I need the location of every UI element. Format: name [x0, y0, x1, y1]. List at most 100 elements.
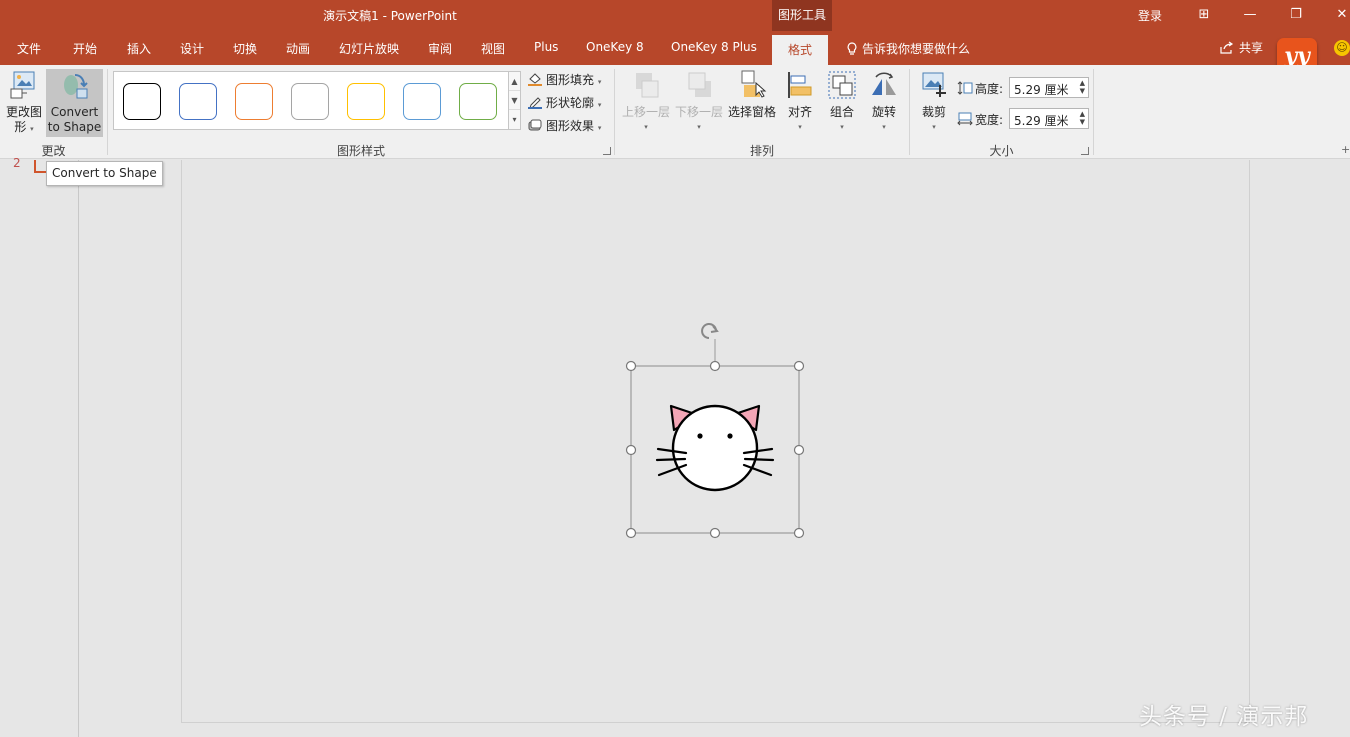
close-icon[interactable]: ✕ — [1319, 0, 1350, 31]
crop-label: 裁剪 — [921, 105, 946, 119]
tab-onekey8-plus[interactable]: OneKey 8 Plus — [671, 40, 757, 54]
shape-effects-label: 图形效果 — [546, 119, 595, 133]
restore-icon[interactable]: ❐ — [1273, 0, 1319, 31]
shape-fill-button[interactable]: 图形填充 ▾ — [528, 71, 601, 88]
slide-thumbnail[interactable] — [34, 160, 46, 173]
selection-pane-label: 选择窗格 — [727, 105, 776, 119]
rotate-button[interactable]: 旋转 ▾ — [865, 69, 903, 135]
send-backward-label: 下移一层 — [674, 105, 723, 119]
chevron-down-icon: ▾ — [932, 123, 936, 131]
height-label: 高度: — [975, 82, 1004, 96]
shape-outline-label: 形状轮廓 — [546, 96, 595, 110]
width-icon — [957, 112, 973, 126]
height-input[interactable]: 5.29 厘米 ▲ ▼ — [1009, 77, 1089, 98]
tab-format[interactable]: 格式 — [772, 35, 829, 65]
title-bar: 演示文稿1 - PowerPoint 图形工具 登录 ⊞ — ❐ ✕ — [0, 0, 1350, 31]
edit-shape-label-1: 更改图 — [5, 105, 42, 119]
gallery-scroll-down-icon[interactable]: ▼ — [509, 91, 520, 110]
group-button[interactable]: 组合 ▾ — [823, 69, 861, 135]
tab-onekey8[interactable]: OneKey 8 — [586, 40, 644, 54]
minimize-icon[interactable]: — — [1227, 0, 1273, 31]
style-swatch-black[interactable] — [123, 83, 161, 120]
align-label: 对齐 — [787, 105, 812, 119]
shape-fill-label: 图形填充 — [546, 73, 595, 87]
chevron-down-icon: ▾ — [597, 101, 602, 109]
collapse-ribbon-icon[interactable]: + — [1341, 143, 1350, 156]
group-label-arrange: 排列 — [749, 144, 774, 158]
chevron-down-icon: ▾ — [597, 78, 602, 86]
style-swatch-gray[interactable] — [291, 83, 329, 120]
convert-to-shape-button[interactable]: Convert to Shape — [46, 69, 103, 137]
crop-icon — [922, 72, 946, 97]
tab-transitions[interactable]: 切换 — [233, 40, 257, 57]
crop-button[interactable]: 裁剪 ▾ — [915, 69, 953, 135]
align-button[interactable]: 对齐 ▾ — [781, 69, 819, 135]
paint-bucket-icon — [528, 73, 542, 86]
tooltip: Convert to Shape — [46, 161, 163, 186]
style-swatch-blue[interactable] — [179, 83, 217, 120]
slide-thumbnail-pane[interactable] — [0, 160, 79, 737]
group-divider — [1093, 69, 1094, 155]
shape-effects-button[interactable]: 图形效果 ▾ — [528, 117, 601, 134]
tab-review[interactable]: 审阅 — [428, 40, 452, 57]
rotate-handle-icon[interactable] — [701, 323, 719, 366]
width-input[interactable]: 5.29 厘米 ▲ ▼ — [1009, 108, 1089, 129]
tab-slideshow[interactable]: 幻灯片放映 — [339, 40, 399, 57]
tab-file[interactable]: 文件 — [17, 40, 41, 57]
window-title: 演示文稿1 - PowerPoint — [323, 9, 457, 23]
tab-design[interactable]: 设计 — [180, 40, 204, 57]
tell-me-search[interactable]: 告诉我你想要做什么 — [846, 40, 970, 57]
height-spinner-icon[interactable]: ▲ ▼ — [1080, 79, 1085, 95]
size-dialog-launcher-icon[interactable] — [1081, 147, 1089, 155]
rotate-label: 旋转 — [871, 105, 896, 119]
style-swatch-gold[interactable] — [347, 83, 385, 120]
shape-style-gallery — [113, 71, 520, 130]
edit-shape-button[interactable]: 更改图 形 ▾ — [4, 69, 44, 137]
group-label: 组合 — [829, 105, 854, 119]
edit-shape-icon — [10, 71, 35, 99]
chevron-down-icon: ▾ — [882, 123, 886, 131]
convert-label-1: Convert — [50, 105, 99, 119]
bring-forward-icon — [636, 73, 659, 98]
ribbon: 更改图 形 ▾ Convert to Shape 更改 ▲ ▼ ▾ 图形填充 ▾… — [0, 65, 1350, 159]
pen-outline-icon — [528, 97, 542, 109]
selected-shape[interactable] — [620, 318, 810, 544]
rotate-icon — [872, 72, 896, 95]
login-link[interactable]: 登录 — [1138, 7, 1162, 24]
tab-home[interactable]: 开始 — [73, 40, 97, 57]
share-label: 共享 — [1239, 41, 1264, 55]
tab-plus[interactable]: Plus — [534, 40, 558, 54]
gallery-scroll-up-icon[interactable]: ▲ — [509, 72, 520, 91]
tab-view[interactable]: 视图 — [481, 40, 505, 57]
feedback-smiley-icon[interactable]: ☺ — [1334, 40, 1350, 56]
selection-pane-button[interactable]: 选择窗格 — [726, 69, 778, 120]
tell-me-text: 告诉我你想要做什么 — [862, 42, 971, 56]
styles-dialog-launcher-icon[interactable] — [603, 147, 611, 155]
convert-shape-icon — [63, 74, 88, 99]
chevron-down-icon: ▾ — [798, 123, 802, 131]
bring-forward-button[interactable]: 上移一层 ▾ — [620, 69, 672, 135]
align-icon — [788, 72, 812, 98]
share-icon — [1220, 41, 1234, 54]
context-tab-group-label: 图形工具 — [772, 0, 832, 31]
tab-insert[interactable]: 插入 — [127, 40, 151, 57]
style-swatch-green[interactable] — [459, 83, 497, 120]
cat-face-icon — [655, 404, 775, 492]
style-swatch-lightblue[interactable] — [403, 83, 441, 120]
group-label-styles: 图形样式 — [336, 144, 385, 158]
chevron-down-icon: ▾ — [840, 123, 844, 131]
gallery-expand-icon[interactable]: ▾ — [509, 110, 520, 129]
style-swatch-orange[interactable] — [235, 83, 273, 120]
width-spinner-icon[interactable]: ▲ ▼ — [1080, 110, 1085, 126]
tab-animations[interactable]: 动画 — [286, 40, 310, 57]
shape-outline-button[interactable]: 形状轮廓 ▾ — [528, 94, 601, 111]
group-objects-icon — [828, 71, 856, 99]
ribbon-display-icon[interactable]: ⊞ — [1181, 0, 1227, 31]
send-backward-button[interactable]: 下移一层 ▾ — [673, 69, 725, 135]
chevron-down-icon: ▾ — [30, 125, 34, 133]
effects-icon — [528, 119, 542, 131]
selection-pane-icon — [741, 70, 767, 98]
ribbon-tab-row: 文件 开始 插入 设计 切换 动画 幻灯片放映 审阅 视图 Plus OneKe… — [0, 31, 1350, 65]
watermark: 头条号 / 演示邦 — [1139, 704, 1309, 730]
share-button[interactable]: 共享 — [1220, 39, 1263, 56]
